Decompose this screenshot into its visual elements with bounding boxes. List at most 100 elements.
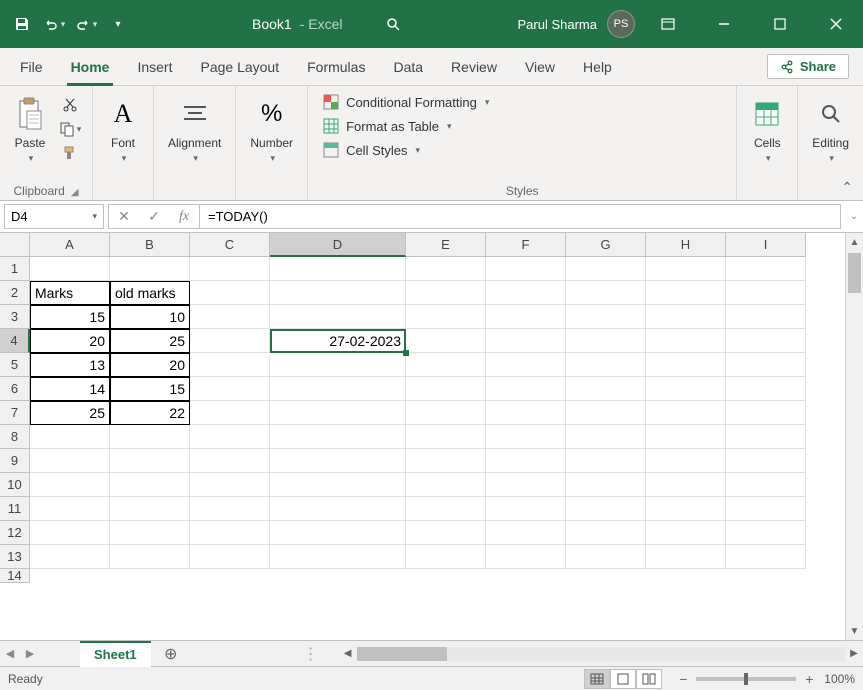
cell[interactable] [406,545,486,569]
cell[interactable] [646,305,726,329]
zoom-slider[interactable]: − + [676,671,816,687]
cell[interactable] [270,449,406,473]
cell[interactable] [190,401,270,425]
cell[interactable] [486,401,566,425]
editing-button[interactable]: Editing▾ [806,90,855,167]
row-header[interactable]: 10 [0,473,30,497]
cell[interactable] [270,377,406,401]
collapse-ribbon-icon[interactable]: ⌃ [841,179,853,196]
cell[interactable] [190,329,270,353]
cell[interactable] [726,353,806,377]
tab-review[interactable]: Review [437,48,511,86]
zoom-out-button[interactable]: − [676,671,690,687]
cell[interactable]: 20 [110,353,190,377]
cell[interactable] [270,401,406,425]
cell[interactable] [110,425,190,449]
cell[interactable] [190,377,270,401]
cell[interactable] [646,425,726,449]
cell[interactable] [726,473,806,497]
qat-customize-icon[interactable]: ▾ [104,10,132,38]
cell[interactable] [190,545,270,569]
cell[interactable] [270,425,406,449]
cell[interactable] [646,401,726,425]
cell[interactable] [406,401,486,425]
cell[interactable] [270,257,406,281]
alignment-button[interactable]: Alignment▾ [162,90,227,167]
cell[interactable]: 27-02-2023 [270,329,406,353]
cell[interactable] [566,521,646,545]
cell[interactable] [110,257,190,281]
share-button[interactable]: Share [767,54,849,79]
cell[interactable] [406,521,486,545]
cell[interactable]: 13 [30,353,110,377]
cell[interactable] [726,281,806,305]
row-header[interactable]: 4 [0,329,30,353]
row-header[interactable]: 5 [0,353,30,377]
tab-file[interactable]: File [6,48,57,86]
paste-button[interactable]: Paste▾ [8,90,52,167]
cell[interactable] [110,497,190,521]
cell[interactable] [566,257,646,281]
cell[interactable] [566,449,646,473]
cell[interactable] [726,425,806,449]
cell[interactable] [486,281,566,305]
cell[interactable] [486,545,566,569]
cancel-formula-icon[interactable]: ✕ [109,205,139,228]
cell[interactable] [190,425,270,449]
cell[interactable]: 22 [110,401,190,425]
vertical-scrollbar[interactable]: ▲ ▼ [845,233,863,640]
font-button[interactable]: A Font▾ [101,90,145,167]
spreadsheet-grid[interactable]: A B C D E F G H I 1 2 3 4 5 6 7 8 9 10 1… [0,233,863,640]
cell[interactable] [726,401,806,425]
zoom-percent[interactable]: 100% [824,672,855,686]
row-header[interactable]: 12 [0,521,30,545]
normal-view-icon[interactable] [584,669,610,689]
cell[interactable] [566,401,646,425]
cell[interactable]: Marks [30,281,110,305]
formula-input[interactable] [200,204,841,229]
col-header-e[interactable]: E [406,233,486,257]
cell[interactable] [406,305,486,329]
cell[interactable] [406,329,486,353]
cell[interactable] [190,497,270,521]
cell[interactable] [270,281,406,305]
hscroll-thumb[interactable] [357,647,447,661]
cell[interactable] [406,353,486,377]
cell[interactable] [646,377,726,401]
cell[interactable] [30,257,110,281]
cell[interactable] [486,473,566,497]
row-header[interactable]: 6 [0,377,30,401]
cell[interactable] [646,521,726,545]
format-as-table-button[interactable]: Format as Table▾ [316,114,495,138]
cell[interactable]: 15 [30,305,110,329]
zoom-thumb[interactable] [744,673,748,685]
col-header-h[interactable]: H [646,233,726,257]
cell[interactable]: 25 [30,401,110,425]
cell[interactable] [726,257,806,281]
scroll-down-icon[interactable]: ▼ [846,622,863,640]
horizontal-scrollbar[interactable]: ◀ ▶ [339,645,863,663]
cell[interactable] [270,305,406,329]
cell[interactable] [646,497,726,521]
cell[interactable] [270,545,406,569]
cell[interactable] [726,497,806,521]
page-break-view-icon[interactable] [636,669,662,689]
cell[interactable] [190,353,270,377]
cell[interactable] [486,497,566,521]
row-header[interactable]: 2 [0,281,30,305]
sheet-nav-next-icon[interactable]: ▶ [20,641,40,667]
cell[interactable] [190,281,270,305]
cell[interactable] [190,521,270,545]
cell[interactable] [190,473,270,497]
cell[interactable] [486,257,566,281]
cell[interactable] [190,305,270,329]
cell[interactable] [406,449,486,473]
user-avatar[interactable]: PS [607,10,635,38]
row-header[interactable]: 1 [0,257,30,281]
row-header[interactable]: 8 [0,425,30,449]
row-header[interactable]: 14 [0,569,30,583]
add-sheet-button[interactable]: ⊕ [159,644,183,664]
row-header[interactable]: 3 [0,305,30,329]
row-header[interactable]: 9 [0,449,30,473]
minimize-button[interactable] [701,0,747,48]
